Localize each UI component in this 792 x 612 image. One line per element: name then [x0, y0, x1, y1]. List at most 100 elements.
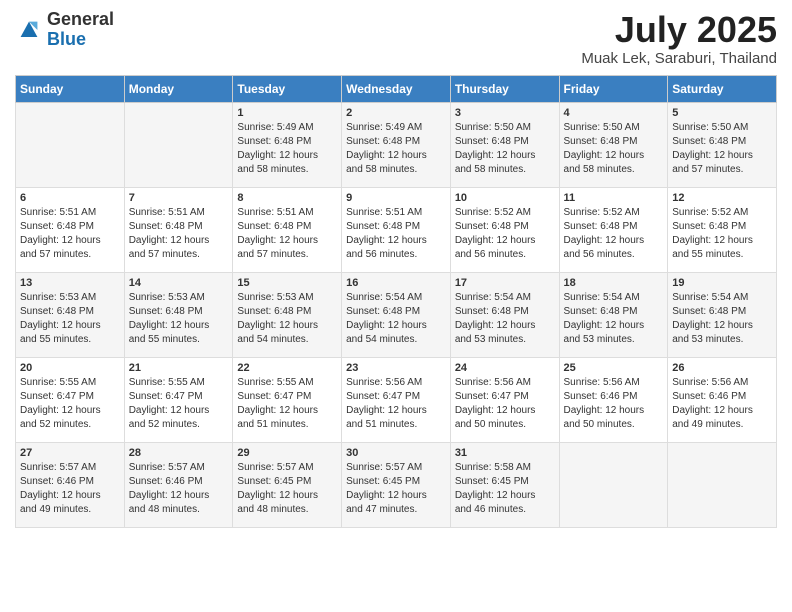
day-info: Sunrise: 5:53 AM Sunset: 6:48 PM Dayligh… — [20, 291, 120, 347]
header-wednesday: Wednesday — [342, 75, 451, 102]
day-number: 21 — [129, 362, 229, 374]
day-number: 5 — [672, 107, 772, 119]
day-info: Sunrise: 5:57 AM Sunset: 6:45 PM Dayligh… — [237, 461, 337, 517]
header-friday: Friday — [559, 75, 668, 102]
title-block: July 2025 Muak Lek, Saraburi, Thailand — [581, 10, 777, 67]
header-tuesday: Tuesday — [233, 75, 342, 102]
day-info: Sunrise: 5:55 AM Sunset: 6:47 PM Dayligh… — [237, 376, 337, 432]
page-title: July 2025 — [581, 10, 777, 50]
day-number: 13 — [20, 277, 120, 289]
calendar-cell: 5 Sunrise: 5:50 AM Sunset: 6:48 PM Daylig… — [668, 102, 777, 187]
calendar-cell: 22 Sunrise: 5:55 AM Sunset: 6:47 PM Dayli… — [233, 357, 342, 442]
calendar-cell: 21 Sunrise: 5:55 AM Sunset: 6:47 PM Dayli… — [124, 357, 233, 442]
calendar-cell: 20Sunrise: 5:55 AM Sunset: 6:47 PM Dayli… — [16, 357, 125, 442]
day-number: 16 — [346, 277, 446, 289]
day-info: Sunrise: 5:51 AM Sunset: 6:48 PM Dayligh… — [129, 206, 229, 262]
day-number: 6 — [20, 192, 120, 204]
day-number: 25 — [564, 362, 664, 374]
day-info: Sunrise: 5:53 AM Sunset: 6:48 PM Dayligh… — [129, 291, 229, 347]
day-info: Sunrise: 5:55 AM Sunset: 6:47 PM Dayligh… — [129, 376, 229, 432]
calendar-week-row: 20 Sunrise: 5:55 AM Sunset: 6:47 PM Dayli… — [16, 357, 777, 442]
day-info: Sunrise: 5:57 AM Sunset: 6:46 PM Dayligh… — [20, 461, 120, 517]
day-info: Sunrise: 5:50 AM Sunset: 6:48 PM Dayligh… — [455, 121, 555, 177]
header-sunday: Sunday — [16, 75, 125, 102]
day-info: Sunrise: 5:51 AM Sunset: 6:48 PM Dayligh… — [237, 206, 337, 262]
day-number: 23 — [346, 362, 446, 374]
calendar-cell: 7 Sunrise: 5:51 AM Sunset: 6:48 PM Daylig… — [124, 187, 233, 272]
calendar-cell: 11 Sunrise: 5:52 AM Sunset: 6:48 PM Dayli… — [559, 187, 668, 272]
day-info: Sunrise: 5:53 AM Sunset: 6:48 PM Dayligh… — [237, 291, 337, 347]
day-info: Sunrise: 5:56 AM Sunset: 6:47 PM Dayligh… — [346, 376, 446, 432]
calendar-cell: 9 Sunrise: 5:51 AM Sunset: 6:48 PM Daylig… — [342, 187, 451, 272]
calendar-cell: 28 Sunrise: 5:57 AM Sunset: 6:46 PM Dayli… — [124, 442, 233, 527]
calendar-cell: 10Sunrise: 5:52 AM Sunset: 6:48 PM Dayli… — [450, 187, 559, 272]
page-subtitle: Muak Lek, Saraburi, Thailand — [581, 50, 777, 67]
day-info: Sunrise: 5:50 AM Sunset: 6:48 PM Dayligh… — [564, 121, 664, 177]
day-number: 26 — [672, 362, 772, 374]
day-number: 29 — [237, 447, 337, 459]
calendar-cell: 19 Sunrise: 5:54 AM Sunset: 6:48 PM Dayli… — [668, 272, 777, 357]
day-info: Sunrise: 5:58 AM Sunset: 6:45 PM Dayligh… — [455, 461, 555, 517]
calendar-header-row: SundayMondayTuesdayWednesdayThursdayFrid… — [16, 75, 777, 102]
calendar-cell: 4Sunrise: 5:50 AM Sunset: 6:48 PM Daylig… — [559, 102, 668, 187]
header-thursday: Thursday — [450, 75, 559, 102]
day-number: 18 — [564, 277, 664, 289]
calendar-cell: 1 Sunrise: 5:49 AM Sunset: 6:48 PM Daylig… — [233, 102, 342, 187]
day-number: 19 — [672, 277, 772, 289]
day-number: 24 — [455, 362, 555, 374]
day-number: 11 — [564, 192, 664, 204]
day-info: Sunrise: 5:54 AM Sunset: 6:48 PM Dayligh… — [346, 291, 446, 347]
header-saturday: Saturday — [668, 75, 777, 102]
calendar-cell — [559, 442, 668, 527]
calendar-cell: 25 Sunrise: 5:56 AM Sunset: 6:46 PM Dayli… — [559, 357, 668, 442]
day-info: Sunrise: 5:56 AM Sunset: 6:47 PM Dayligh… — [455, 376, 555, 432]
calendar-cell: 6Sunrise: 5:51 AM Sunset: 6:48 PM Daylig… — [16, 187, 125, 272]
day-info: Sunrise: 5:52 AM Sunset: 6:48 PM Dayligh… — [672, 206, 772, 262]
calendar-cell: 13 Sunrise: 5:53 AM Sunset: 6:48 PM Dayli… — [16, 272, 125, 357]
day-info: Sunrise: 5:54 AM Sunset: 6:48 PM Dayligh… — [564, 291, 664, 347]
day-info: Sunrise: 5:52 AM Sunset: 6:48 PM Dayligh… — [455, 206, 555, 262]
day-number: 7 — [129, 192, 229, 204]
day-number: 12 — [672, 192, 772, 204]
calendar-cell: 17 Sunrise: 5:54 AM Sunset: 6:48 PM Dayli… — [450, 272, 559, 357]
calendar-week-row: 27 Sunrise: 5:57 AM Sunset: 6:46 PM Dayli… — [16, 442, 777, 527]
logo: General Blue — [15, 10, 114, 50]
calendar-cell: 31 Sunrise: 5:58 AM Sunset: 6:45 PM Dayli… — [450, 442, 559, 527]
logo-icon — [15, 16, 43, 44]
day-number: 22 — [237, 362, 337, 374]
calendar-cell: 27 Sunrise: 5:57 AM Sunset: 6:46 PM Dayli… — [16, 442, 125, 527]
page-header: General Blue July 2025 Muak Lek, Sarabur… — [15, 10, 777, 67]
day-number: 9 — [346, 192, 446, 204]
day-info: Sunrise: 5:54 AM Sunset: 6:48 PM Dayligh… — [672, 291, 772, 347]
day-info: Sunrise: 5:51 AM Sunset: 6:48 PM Dayligh… — [346, 206, 446, 262]
day-info: Sunrise: 5:50 AM Sunset: 6:48 PM Dayligh… — [672, 121, 772, 177]
day-number: 1 — [237, 107, 337, 119]
calendar-cell: 3 Sunrise: 5:50 AM Sunset: 6:48 PM Daylig… — [450, 102, 559, 187]
day-number: 27 — [20, 447, 120, 459]
day-number: 28 — [129, 447, 229, 459]
day-number: 15 — [237, 277, 337, 289]
calendar-cell: 24 Sunrise: 5:56 AM Sunset: 6:47 PM Dayli… — [450, 357, 559, 442]
day-info: Sunrise: 5:54 AM Sunset: 6:48 PM Dayligh… — [455, 291, 555, 347]
day-info: Sunrise: 5:56 AM Sunset: 6:46 PM Dayligh… — [564, 376, 664, 432]
day-number: 31 — [455, 447, 555, 459]
calendar-cell — [16, 102, 125, 187]
calendar-week-row: 1 Sunrise: 5:49 AM Sunset: 6:48 PM Daylig… — [16, 102, 777, 187]
calendar-cell: 8Sunrise: 5:51 AM Sunset: 6:48 PM Daylig… — [233, 187, 342, 272]
day-info: Sunrise: 5:49 AM Sunset: 6:48 PM Dayligh… — [237, 121, 337, 177]
calendar-week-row: 13 Sunrise: 5:53 AM Sunset: 6:48 PM Dayli… — [16, 272, 777, 357]
header-monday: Monday — [124, 75, 233, 102]
day-number: 3 — [455, 107, 555, 119]
day-info: Sunrise: 5:57 AM Sunset: 6:46 PM Dayligh… — [129, 461, 229, 517]
calendar-table: SundayMondayTuesdayWednesdayThursdayFrid… — [15, 75, 777, 528]
day-number: 17 — [455, 277, 555, 289]
day-info: Sunrise: 5:52 AM Sunset: 6:48 PM Dayligh… — [564, 206, 664, 262]
logo-blue: Blue — [47, 30, 114, 50]
day-number: 20 — [20, 362, 120, 374]
calendar-cell: 18 Sunrise: 5:54 AM Sunset: 6:48 PM Dayli… — [559, 272, 668, 357]
calendar-cell: 29 Sunrise: 5:57 AM Sunset: 6:45 PM Dayli… — [233, 442, 342, 527]
calendar-cell: 23 Sunrise: 5:56 AM Sunset: 6:47 PM Dayli… — [342, 357, 451, 442]
day-number: 14 — [129, 277, 229, 289]
calendar-week-row: 6 Sunrise: 5:51 AM Sunset: 6:48 PM Daylig… — [16, 187, 777, 272]
calendar-cell: 2Sunrise: 5:49 AM Sunset: 6:48 PM Daylig… — [342, 102, 451, 187]
